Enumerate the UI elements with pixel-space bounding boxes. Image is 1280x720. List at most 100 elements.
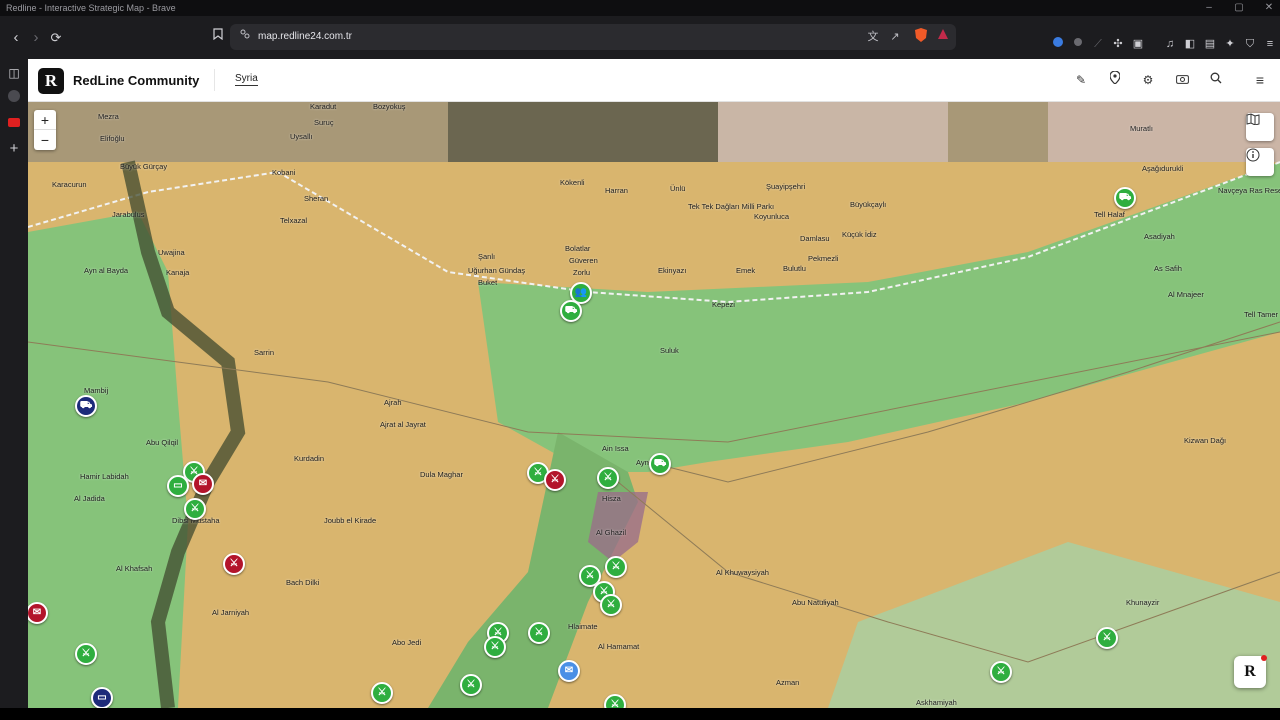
map-marker-gun[interactable]: ⚔ <box>371 682 393 704</box>
extension-blue-icon[interactable] <box>1050 36 1066 52</box>
place-label: Muratlı <box>1130 124 1153 133</box>
vpn-icon[interactable]: ⛉ <box>1242 36 1258 52</box>
map-marker-gun[interactable]: ⚔ <box>605 556 627 578</box>
sidebar-toggle-icon[interactable]: ◧ <box>1182 36 1198 52</box>
place-label: Uğurhan Gündaş <box>468 266 526 275</box>
map-marker-gun[interactable]: ⚔ <box>990 661 1012 683</box>
extension-wand-icon[interactable]: ⟋ <box>1090 36 1106 52</box>
reload-icon[interactable]: ⟳ <box>46 28 66 48</box>
address-bar[interactable]: map.redline24.com.tr 文 ↗ <box>230 24 956 50</box>
settings-icon[interactable]: ⚙ <box>1137 69 1159 91</box>
place-label: Bach Dilki <box>286 578 320 587</box>
place-label: Abo Jedi <box>392 638 422 647</box>
tab-syria[interactable]: Syria <box>235 73 258 86</box>
map-layers-icon[interactable] <box>1246 113 1274 141</box>
place-label: Şanlı <box>478 252 496 261</box>
redline-logo[interactable]: R <box>38 68 64 94</box>
brave-shields-icon[interactable] <box>912 28 930 46</box>
back-icon[interactable]: ‹ <box>6 28 26 48</box>
place-label: Harran <box>605 186 628 195</box>
camera-icon[interactable] <box>1171 69 1193 91</box>
extensions-puzzle-icon[interactable]: ✣ <box>1110 36 1126 52</box>
place-label: Damlasu <box>800 234 830 243</box>
brave-rewards-icon[interactable] <box>934 28 952 46</box>
app-header: R RedLine Community Syria ✎ ⚙ ≡ <box>28 59 1280 102</box>
zoom-out-button[interactable]: − <box>34 130 56 150</box>
place-label: Al Hamamat <box>598 642 640 651</box>
place-label: Ekinyazı <box>658 266 687 275</box>
close-window-icon[interactable]: ✕ <box>1254 0 1280 16</box>
minimize-icon[interactable]: – <box>1194 0 1224 16</box>
media-icon[interactable]: ♫ <box>1162 36 1178 52</box>
map-marker-tank[interactable]: ▭ <box>91 687 113 708</box>
map-marker-truck[interactable]: ⛟ <box>75 395 97 417</box>
extension-grey-icon[interactable] <box>1070 36 1086 52</box>
map-marker-tank[interactable]: ▭ <box>167 475 189 497</box>
draw-tool-icon[interactable]: ✎ <box>1070 69 1092 91</box>
leo-ai-icon[interactable]: ✦ <box>1222 36 1238 52</box>
map-marker-gun[interactable]: ⚔ <box>223 553 245 575</box>
bookmark-icon[interactable] <box>208 28 228 48</box>
brand-title[interactable]: RedLine Community <box>73 59 199 102</box>
place-label: Karacurun <box>52 180 87 189</box>
place-label: As Safih <box>1154 264 1182 273</box>
map-marker-radio[interactable]: ✉ <box>192 473 214 495</box>
place-label: Telxazal <box>280 216 308 225</box>
map-marker-gun[interactable]: ⚔ <box>75 643 97 665</box>
location-pin-icon[interactable] <box>1104 69 1126 91</box>
place-label: Ajrat al Jayrat <box>380 420 426 429</box>
extension-box-icon[interactable]: ▣ <box>1130 36 1146 52</box>
sidebar-app-icon[interactable] <box>4 89 24 109</box>
place-label: Kizwan Dağı <box>1184 436 1227 445</box>
search-icon[interactable] <box>1205 69 1227 91</box>
map-marker-gun[interactable]: ⚔ <box>528 622 550 644</box>
forward-icon[interactable]: › <box>26 28 46 48</box>
place-label: Sarrin <box>254 348 275 357</box>
map-marker-gun[interactable]: ⚔ <box>597 467 619 489</box>
redline-fab-button[interactable]: R <box>1234 655 1267 688</box>
place-label: Güveren <box>569 256 598 265</box>
panel-icon[interactable]: ◫ <box>4 63 24 83</box>
info-icon[interactable] <box>1246 148 1274 176</box>
map-marker-truck[interactable]: ⛟ <box>560 300 582 322</box>
place-label: Sheran <box>304 194 329 203</box>
map-marker-radio[interactable]: ✉ <box>558 660 580 682</box>
map-marker-truck[interactable]: ⛟ <box>649 453 671 475</box>
place-label: Ayn al Bayda <box>84 266 129 275</box>
place-label: Al Ghazil <box>596 528 627 537</box>
bottom-edge <box>0 708 1280 720</box>
hamburger-menu-icon[interactable]: ≡ <box>1249 69 1271 91</box>
place-label: Suruç <box>314 118 334 127</box>
place-label: Abu Natuliyah <box>792 598 839 607</box>
maximize-icon[interactable]: ▢ <box>1224 0 1254 16</box>
place-label: Şuayipşehri <box>766 182 806 191</box>
map-marker-gun[interactable]: ⚔ <box>484 636 506 658</box>
youtube-icon[interactable] <box>4 113 24 133</box>
place-label: Ajrah <box>384 398 402 407</box>
place-label: Aşağıdurukli <box>1142 164 1184 173</box>
header-divider <box>214 69 215 91</box>
map-marker-truck[interactable]: ⛟ <box>1114 187 1136 209</box>
map-marker-gun[interactable]: ⚔ <box>460 674 482 696</box>
url-text[interactable]: map.redline24.com.tr <box>258 24 352 50</box>
site-settings-icon[interactable] <box>236 28 254 46</box>
place-label: Bozyokuş <box>373 102 406 111</box>
place-label: Al Mnajeer <box>1168 290 1204 299</box>
place-label: Mezra <box>98 112 119 121</box>
wallet-icon[interactable]: ▤ <box>1202 36 1218 52</box>
place-label: Suluk <box>660 346 679 355</box>
share-icon[interactable]: ↗ <box>886 28 904 46</box>
map-marker-gun[interactable]: ⚔ <box>544 469 566 491</box>
place-label: Jarabulus <box>112 210 145 219</box>
menu-icon[interactable]: ≡ <box>1262 36 1278 52</box>
strategic-map[interactable]: + − Karadut Bozyokuş Mezra Elifoğlu Uysa… <box>28 102 1280 708</box>
add-sidebar-item-icon[interactable]: + <box>4 139 24 159</box>
place-label: Asadiyah <box>1144 232 1175 241</box>
map-marker-gun[interactable]: ⚔ <box>600 594 622 616</box>
zoom-in-button[interactable]: + <box>34 110 56 130</box>
map-marker-gun[interactable]: ⚔ <box>1096 627 1118 649</box>
translate-icon[interactable]: 文 <box>864 28 882 46</box>
zoom-control[interactable]: + − <box>34 110 56 150</box>
map-marker-gun[interactable]: ⚔ <box>184 498 206 520</box>
place-label: Uysallı <box>290 132 313 141</box>
